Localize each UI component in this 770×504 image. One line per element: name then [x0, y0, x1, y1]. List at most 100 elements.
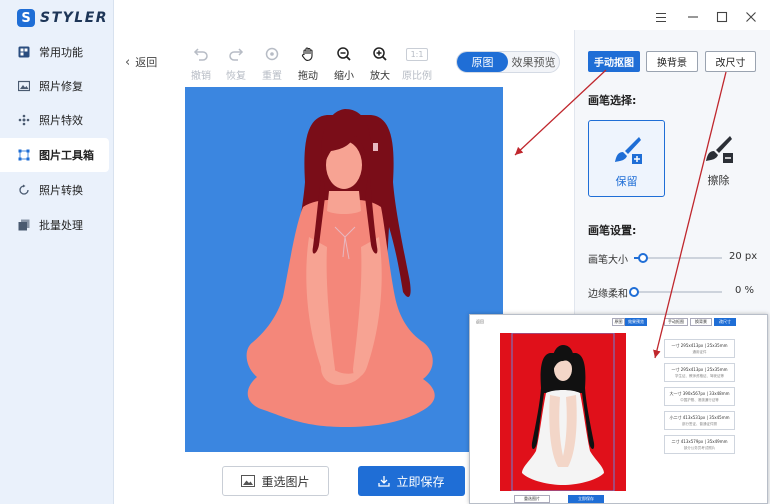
brush-keep-button[interactable]: 保留	[588, 120, 665, 197]
batch-icon	[18, 219, 30, 231]
inset-toggle-preview: 效果预览	[625, 318, 647, 326]
edge-soft-knob[interactable]	[629, 287, 639, 297]
inset-size-card: 大一寸 390x567px | 33x48mm 中国护照、港澳通行证等	[664, 387, 735, 406]
undo-button[interactable]: 撤销	[184, 44, 218, 84]
sidebar-item-common[interactable]: 常用功能	[0, 35, 109, 69]
inset-card-title: 大一寸 390x567px | 33x48mm	[669, 391, 730, 396]
sidebar-item-label: 批量处理	[39, 219, 83, 232]
brush-erase-button[interactable]: 擦除	[680, 120, 757, 197]
photo-repair-icon	[18, 80, 30, 92]
ratio-badge: 1:1	[405, 47, 429, 61]
reset-button[interactable]: 重置	[255, 44, 289, 84]
inset-preview: 返回 原图 效果预览 手动抠图 换背景 改尺寸 一寸 295x413px | 2…	[469, 314, 768, 504]
inset-card-sub: 学生证、教师资格证、驾驶证等	[675, 374, 724, 378]
convert-icon	[19, 184, 29, 195]
inset-card-title: 二寸 413x579px | 35x49mm	[671, 439, 728, 444]
edge-soft-track[interactable]	[634, 291, 722, 293]
drag-button[interactable]: 拖动	[291, 44, 325, 84]
edge-soft-value: 0 %	[735, 285, 755, 296]
toolbox-icon	[18, 149, 30, 161]
sparkle-icon	[18, 114, 30, 126]
menu-icon[interactable]	[655, 11, 667, 23]
star-icon	[18, 46, 30, 58]
sidebar-item-label: 照片转换	[39, 184, 83, 197]
inset-tab-background: 换背景	[690, 318, 712, 326]
download-icon	[378, 475, 391, 487]
tab-change-size[interactable]: 改尺寸	[705, 51, 756, 72]
redo-icon	[226, 44, 246, 64]
brush-size-value: 20 px	[729, 251, 758, 262]
brush-erase-label: 擦除	[707, 174, 730, 187]
sidebar-item-label: 照片修复	[39, 80, 83, 93]
inset-size-card: 二寸 413x579px | 35x49mm 部分公务员考试照片	[664, 435, 735, 454]
redo-button[interactable]: 恢复	[219, 44, 253, 84]
zoom-in-icon	[370, 44, 390, 64]
tab-change-background[interactable]: 换背景	[646, 51, 698, 72]
undo-label: 撤销	[191, 71, 211, 82]
sidebar-item-photo-effects[interactable]: 照片特效	[0, 103, 109, 137]
inset-photo	[500, 332, 626, 492]
inset-size-card: 小二寸 413x531px | 35x45mm 部分签证、普通证件照	[664, 411, 735, 430]
view-original-button[interactable]: 原图	[457, 52, 508, 72]
sidebar-item-label: 照片特效	[39, 114, 83, 127]
inset-card-title: 一寸 295x413px | 25x35mm	[671, 367, 728, 372]
zoom-out-label: 缩小	[334, 71, 354, 82]
inset-card-title: 一寸 295x413px | 25x35mm	[671, 343, 728, 348]
inset-toggle-original: 原图	[612, 318, 625, 326]
zoom-in-button[interactable]: 放大	[363, 44, 397, 84]
original-ratio-button[interactable]: 1:1 原比例	[400, 44, 434, 84]
portrait-image	[246, 109, 435, 427]
view-preview-button[interactable]: 效果预览	[508, 52, 559, 72]
view-toggle: 原图 效果预览	[456, 51, 560, 73]
zoom-out-button[interactable]: 缩小	[327, 44, 361, 84]
redo-label: 恢复	[226, 71, 246, 82]
drag-label: 拖动	[298, 71, 318, 82]
inset-size-card: 一寸 295x413px | 25x35mm 通用证件	[664, 339, 735, 358]
app-logo: S STYLER	[17, 8, 108, 28]
original-ratio-label: 原比例	[402, 71, 432, 82]
close-icon[interactable]	[745, 11, 757, 23]
reset-icon	[262, 44, 282, 64]
inset-tab-cutout: 手动抠图	[664, 318, 688, 326]
reselect-image-button[interactable]: 重选图片	[222, 466, 329, 496]
zoom-in-label: 放大	[370, 71, 390, 82]
app-name: STYLER	[40, 10, 109, 26]
inset-tab-size: 改尺寸	[714, 318, 736, 326]
sidebar-item-label: 常用功能	[39, 46, 83, 59]
save-now-button[interactable]: 立即保存	[358, 466, 465, 496]
maximize-icon[interactable]	[716, 11, 728, 23]
brush-settings-title: 画笔设置:	[588, 224, 637, 237]
inset-reselect-button: 重选图片	[514, 495, 550, 503]
image-icon	[241, 475, 256, 487]
brush-keep-label: 保留	[615, 175, 638, 188]
hand-icon	[298, 44, 318, 64]
sidebar-item-toolbox[interactable]: 图片工具箱	[0, 138, 109, 172]
inset-back-label: 返回	[476, 319, 484, 324]
ratio-icon: 1:1	[405, 44, 429, 64]
sidebar-item-photo-repair[interactable]: 照片修复	[0, 69, 109, 103]
sidebar-item-batch[interactable]: 批量处理	[0, 208, 109, 242]
sidebar-item-photo-convert[interactable]: 照片转换	[0, 173, 109, 207]
back-label: 返回	[135, 56, 158, 69]
minimize-icon[interactable]	[687, 11, 699, 23]
brush-size-label: 画笔大小	[588, 255, 628, 266]
inset-card-sub: 部分签证、普通证件照	[682, 422, 717, 426]
back-button[interactable]: ‹ 返回	[125, 54, 157, 70]
edge-soft-label: 边缘柔和	[588, 289, 628, 300]
sidebar-item-label: 图片工具箱	[39, 149, 94, 162]
inset-card-title: 小二寸 413x531px | 35x45mm	[669, 415, 730, 420]
reset-label: 重置	[262, 71, 282, 82]
brush-minus-icon	[706, 136, 733, 163]
brush-plus-icon	[615, 137, 642, 164]
reselect-label: 重选图片	[261, 474, 310, 489]
photo-canvas[interactable]	[185, 87, 503, 452]
sidebar: S STYLER 常用功能 照片修复 照片特效 图片工具箱 照片转换 批量处理	[0, 0, 114, 504]
tab-manual-cutout[interactable]: 手动抠图	[588, 51, 640, 72]
inset-size-card: 一寸 295x413px | 25x35mm 学生证、教师资格证、驾驶证等	[664, 363, 735, 382]
inset-portrait-image	[511, 332, 615, 492]
save-label: 立即保存	[396, 474, 445, 489]
inset-card-sub: 中国护照、港澳通行证等	[680, 398, 719, 402]
logo-mark: S	[17, 9, 35, 27]
chevron-left-icon: ‹	[125, 54, 131, 70]
brush-size-knob[interactable]	[638, 253, 648, 263]
